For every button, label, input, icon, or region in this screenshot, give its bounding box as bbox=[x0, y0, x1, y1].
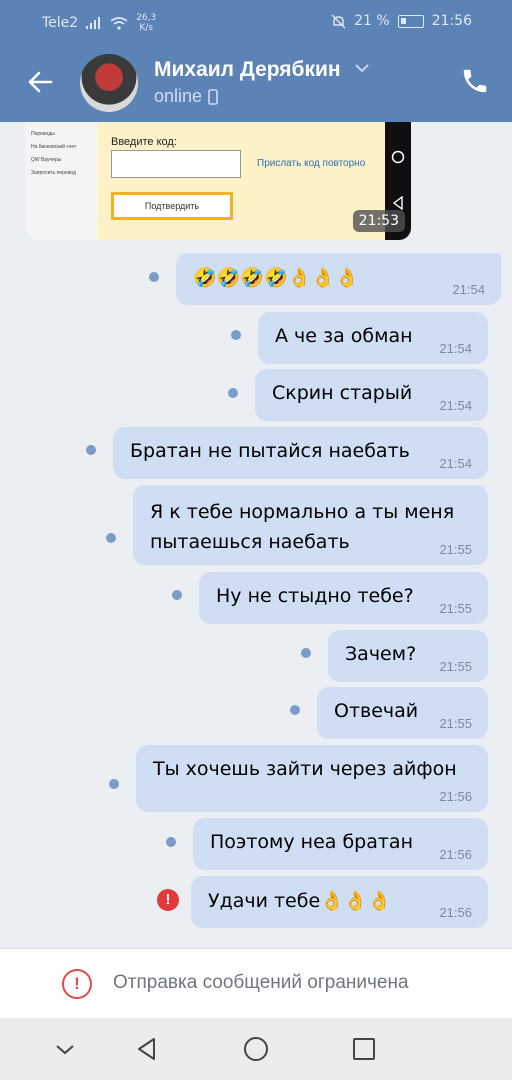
chevron-down-icon bbox=[56, 1045, 74, 1055]
image-sidebar-item: На банковский счет bbox=[31, 144, 77, 150]
message-bubble[interactable]: Ну не стыдно тебе? 21:55 bbox=[199, 572, 488, 624]
message-text: Отвечай bbox=[334, 700, 419, 722]
back-triangle-icon bbox=[138, 1038, 155, 1060]
contact-status: online bbox=[154, 86, 218, 107]
message-text: Ну не стыдно тебе? bbox=[216, 585, 414, 607]
message-bubble[interactable]: Ты хочешь зайти через айфон 21:56 bbox=[136, 745, 488, 812]
system-navbar bbox=[0, 1018, 512, 1080]
unread-dot bbox=[106, 533, 116, 543]
send-error-icon[interactable]: ! bbox=[157, 889, 179, 911]
nav-recents-button[interactable] bbox=[349, 1034, 379, 1064]
unread-dot bbox=[290, 705, 300, 715]
message-bubble[interactable]: Я к тебе нормально а ты меня пытаешься н… bbox=[133, 485, 488, 565]
home-circle-icon bbox=[391, 150, 405, 164]
message-bubble[interactable]: Поэтому неа братан 21:56 bbox=[193, 818, 488, 870]
message-text: Братан не пытайся наебать bbox=[130, 440, 410, 462]
network-speed: 26,3 K/s bbox=[136, 13, 156, 33]
message-time: 21:54 bbox=[439, 341, 472, 356]
battery-percent: 21 % bbox=[354, 13, 390, 29]
back-triangle-icon bbox=[392, 196, 403, 210]
message-text: Я к тебе нормально а ты меня пытаешься н… bbox=[150, 501, 455, 553]
nav-hide-button[interactable] bbox=[50, 1034, 80, 1064]
unread-dot bbox=[231, 330, 241, 340]
message-bubble[interactable]: Удачи тебе👌👌👌 21:56 bbox=[191, 876, 488, 928]
recents-square-icon bbox=[353, 1038, 375, 1060]
signal-icon bbox=[86, 17, 101, 29]
bell-muted-icon bbox=[331, 14, 346, 28]
phone-icon bbox=[463, 69, 487, 93]
message-text: Удачи тебе👌👌👌 bbox=[208, 890, 392, 912]
unread-dot bbox=[86, 445, 96, 455]
carrier-label: Tele2 bbox=[42, 15, 79, 31]
message-time: 21:55 bbox=[439, 659, 472, 674]
contact-name[interactable]: Михаил Дерябкин bbox=[154, 58, 341, 82]
message-bubble[interactable]: Братан не пытайся наебать 21:54 bbox=[113, 427, 488, 479]
avatar[interactable] bbox=[80, 54, 138, 112]
message-bubble[interactable]: 🤣🤣🤣🤣👌👌👌 21:54 bbox=[176, 253, 501, 305]
unread-dot bbox=[301, 648, 311, 658]
unread-dot bbox=[228, 388, 238, 398]
message-time: 21:55 bbox=[439, 716, 472, 731]
alert-circle-icon: ! bbox=[62, 969, 92, 999]
image-sidebar-item: Переводы bbox=[31, 131, 55, 137]
message-time: 21:56 bbox=[439, 789, 472, 804]
message-time: 21:54 bbox=[452, 282, 485, 297]
message-text: Поэтому неа братан bbox=[210, 831, 413, 853]
clock: 21:56 bbox=[431, 13, 472, 29]
message-time: 21:56 bbox=[439, 905, 472, 920]
message-text: 🤣🤣🤣🤣👌👌👌 bbox=[193, 267, 359, 289]
image-code-label: Введите код: bbox=[111, 136, 177, 148]
restricted-text: Отправка сообщений ограничена bbox=[113, 972, 409, 993]
back-button[interactable] bbox=[22, 64, 58, 100]
call-button[interactable] bbox=[460, 66, 494, 100]
image-confirm-button: Подтвердить bbox=[111, 192, 233, 220]
nav-back-button[interactable] bbox=[132, 1034, 162, 1064]
chat-header: Михаил Дерябкин online bbox=[0, 44, 512, 122]
image-message[interactable]: Переводы На банковский счет QW Ваучеры З… bbox=[25, 122, 411, 240]
message-time: 21:55 bbox=[439, 601, 472, 616]
message-bubble[interactable]: А че за обман 21:54 bbox=[258, 312, 488, 364]
message-time: 21:54 bbox=[439, 456, 472, 471]
wifi-icon bbox=[110, 16, 128, 30]
message-bubble[interactable]: Отвечай 21:55 bbox=[317, 687, 488, 739]
unread-dot bbox=[109, 779, 119, 789]
image-timestamp: 21:53 bbox=[352, 210, 405, 232]
message-text: Ты хочешь зайти через айфон bbox=[153, 758, 457, 780]
unread-dot bbox=[166, 837, 176, 847]
message-time: 21:55 bbox=[439, 542, 472, 557]
messaging-restricted-bar: ! Отправка сообщений ограничена bbox=[0, 948, 512, 1018]
image-code-input bbox=[111, 150, 241, 178]
mobile-icon bbox=[208, 88, 218, 105]
message-text: Скрин старый bbox=[272, 382, 413, 404]
speed-value: 26,3 bbox=[136, 13, 157, 23]
message-time: 21:56 bbox=[439, 847, 472, 862]
status-text: online bbox=[154, 86, 203, 106]
message-bubble[interactable]: Зачем? 21:55 bbox=[328, 630, 488, 682]
unread-dot bbox=[172, 590, 182, 600]
message-time: 21:54 bbox=[439, 398, 472, 413]
message-bubble[interactable]: Скрин старый 21:54 bbox=[255, 369, 488, 421]
arrow-left-icon bbox=[28, 71, 53, 93]
chevron-down-icon[interactable] bbox=[354, 62, 370, 74]
message-text: А че за обман bbox=[275, 325, 413, 347]
speed-unit: K/s bbox=[139, 23, 154, 33]
home-circle-icon bbox=[244, 1037, 268, 1061]
image-resend-link: Прислать код повторно bbox=[257, 158, 366, 169]
battery-icon bbox=[397, 14, 424, 28]
image-sidebar: Переводы На банковский счет QW Ваучеры З… bbox=[25, 122, 97, 240]
nav-home-button[interactable] bbox=[241, 1034, 271, 1064]
image-sidebar-item: Запросить перевод bbox=[31, 170, 76, 176]
message-text: Зачем? bbox=[345, 643, 417, 665]
image-sidebar-item: QW Ваучеры bbox=[31, 157, 62, 163]
unread-dot bbox=[149, 272, 159, 282]
status-bar: Tele2 26,3 K/s 21 % 21:56 bbox=[0, 0, 512, 44]
